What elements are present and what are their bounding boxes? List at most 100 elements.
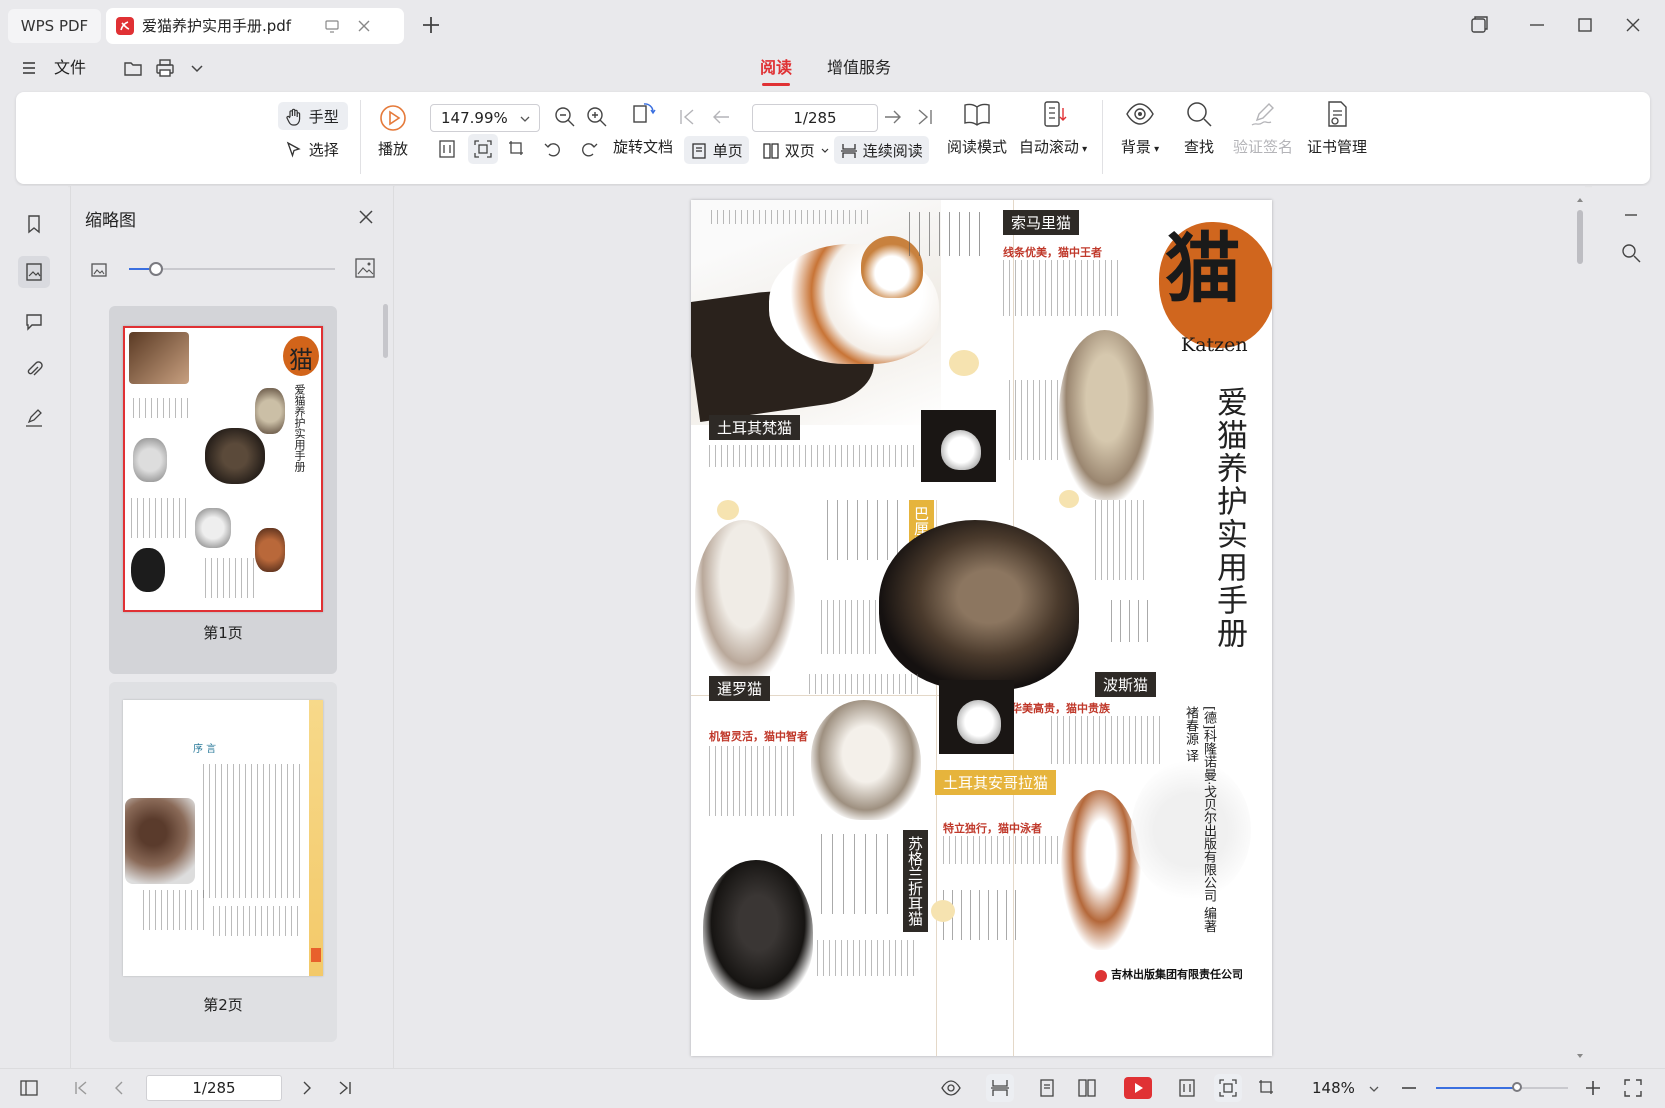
zoom-select[interactable]: 147.99% (430, 104, 540, 132)
paw-print (717, 500, 739, 520)
monitor-icon[interactable] (324, 18, 340, 34)
read-mode-button[interactable]: 阅读模式 (944, 98, 1010, 157)
continuous-read-icon[interactable] (986, 1074, 1014, 1102)
page-number-input[interactable]: 1/285 (752, 104, 878, 132)
author-text: [德]科隆诺曼·戈贝尔出版有限公司 编著 (1201, 706, 1216, 933)
play-button[interactable]: 播放 (368, 102, 418, 159)
app-tab[interactable]: WPS PDF (8, 9, 101, 43)
open-folder-icon[interactable] (122, 57, 144, 79)
play-slideshow-icon[interactable] (1124, 1077, 1152, 1099)
body-text (709, 445, 919, 467)
double-page-icon[interactable] (1076, 1077, 1100, 1101)
fit-page-icon[interactable] (468, 134, 498, 164)
angora-subtitle: 特立独行，猫中泳者 (943, 822, 1042, 835)
zoom-out-icon[interactable] (1398, 1077, 1422, 1101)
search-icon[interactable] (1620, 242, 1642, 264)
auto-scroll-button[interactable]: 自动滚动 ▾ (1016, 98, 1090, 157)
print-icon[interactable] (154, 57, 176, 79)
zoom-dropdown-chevron-icon[interactable] (1368, 1083, 1380, 1095)
document-view[interactable]: 土耳其梵猫 索马里猫 线条优美，猫中王者 猫 Katzen 爱猫养护实用手册 巴… (395, 186, 1585, 1068)
eye-icon[interactable] (940, 1077, 964, 1101)
tab-read[interactable]: 阅读 (760, 50, 792, 86)
fullscreen-icon[interactable] (1622, 1077, 1646, 1101)
status-zoom-value[interactable]: 148% (1312, 1069, 1355, 1108)
zoom-in-icon[interactable] (1582, 1077, 1606, 1101)
next-page-icon[interactable] (296, 1077, 320, 1101)
collapse-icon[interactable] (1622, 206, 1640, 224)
bookmark-icon[interactable] (18, 208, 50, 240)
close-tab-icon[interactable] (356, 18, 372, 34)
search-icon (1183, 98, 1215, 130)
file-menu[interactable]: 文件 (54, 50, 86, 86)
toolbar: 手型 选择 播放 147.99% 旋转文档 单页 双页 连续阅读 1/285 阅… (16, 92, 1650, 184)
rotate-left-icon[interactable] (542, 138, 564, 160)
close-panel-icon[interactable] (357, 208, 375, 226)
thumbnail-size-slider[interactable] (129, 262, 335, 276)
certificate-manage-button[interactable]: 证书管理 (1304, 98, 1370, 157)
label-scottish-fold: 苏格兰折耳猫 (903, 830, 928, 932)
zoom-out-icon[interactable] (552, 104, 578, 130)
small-thumbnail-icon[interactable] (89, 260, 109, 280)
thumb-text (133, 398, 193, 418)
signature-icon[interactable] (18, 402, 50, 434)
sidebar-toggle-icon[interactable] (18, 1077, 42, 1101)
slider-handle[interactable] (149, 262, 163, 276)
thumbnail-icon[interactable] (18, 256, 50, 288)
thumbnail-page-1[interactable]: 猫 爱猫养护实用手册 第1页 (109, 306, 337, 674)
document-tab[interactable]: 爱猫养护实用手册.pdf (106, 8, 404, 44)
fit-width-icon[interactable] (436, 138, 458, 160)
last-page-icon[interactable] (914, 106, 936, 128)
more-chevron-down-icon[interactable] (188, 59, 206, 77)
read-mode-label: 阅读模式 (946, 138, 1007, 156)
zoom-in-icon[interactable] (584, 104, 610, 130)
rotate-document-button[interactable]: 旋转文档 (608, 98, 678, 157)
rotate-right-icon[interactable] (578, 138, 600, 160)
close-window-icon[interactable] (1620, 12, 1646, 38)
single-page-icon[interactable] (1036, 1077, 1060, 1101)
attachment-icon[interactable] (18, 354, 50, 386)
background-button[interactable]: 背景 ▾ (1112, 98, 1168, 157)
actual-size-icon[interactable] (506, 138, 528, 160)
actual-size-icon[interactable] (1256, 1077, 1280, 1101)
select-tool-button[interactable]: 选择 (284, 136, 339, 162)
panel-scrollbar[interactable] (383, 304, 388, 358)
single-page-button[interactable]: 单页 (684, 136, 749, 164)
double-page-button[interactable]: 双页 (762, 136, 830, 164)
continuous-read-button[interactable]: 连续阅读 (834, 136, 929, 164)
auto-scroll-label: 自动滚动 ▾ (1018, 138, 1088, 156)
right-rail (1592, 186, 1665, 1068)
first-page-icon[interactable] (676, 106, 698, 128)
large-thumbnail-icon[interactable] (353, 256, 377, 280)
thumbnail-page-2[interactable]: 序 言 第2页 (109, 682, 337, 1042)
status-page-input[interactable]: 1/285 (146, 1075, 282, 1101)
maximize-icon[interactable] (1572, 12, 1598, 38)
first-page-icon[interactable] (70, 1077, 94, 1101)
verify-signature-button[interactable]: 验证签名 (1230, 98, 1296, 157)
label-somali: 索马里猫 (1003, 210, 1080, 235)
hand-tool-button[interactable]: 手型 (278, 102, 348, 130)
fit-page-icon[interactable] (1214, 1074, 1242, 1102)
balinese-cat-photo (695, 520, 795, 680)
tab-value-added-services[interactable]: 增值服务 (827, 50, 891, 86)
next-page-icon[interactable] (882, 106, 904, 128)
comment-icon[interactable] (18, 306, 50, 338)
thumb-side-band (309, 700, 323, 976)
previous-page-icon[interactable] (108, 1077, 132, 1101)
fit-width-icon[interactable] (1176, 1077, 1200, 1101)
body-text (1003, 260, 1123, 316)
zoom-slider-handle[interactable] (1511, 1082, 1522, 1092)
document-scrollbar-thumb[interactable] (1577, 210, 1583, 264)
play-icon (377, 102, 409, 134)
document-scrollbar[interactable] (1576, 196, 1584, 1066)
zoom-slider[interactable] (1436, 1082, 1568, 1092)
restore-tabs-icon[interactable] (1466, 12, 1492, 38)
new-tab-icon[interactable] (420, 14, 442, 36)
thumb-photo (205, 428, 265, 484)
minimize-icon[interactable] (1524, 12, 1550, 38)
previous-page-icon[interactable] (710, 106, 732, 128)
stats-text (817, 940, 917, 976)
auto-scroll-text: 自动滚动 (1018, 138, 1079, 156)
last-page-icon[interactable] (334, 1077, 358, 1101)
find-button[interactable]: 查找 (1176, 98, 1222, 157)
hamburger-menu-icon[interactable] (20, 59, 38, 77)
